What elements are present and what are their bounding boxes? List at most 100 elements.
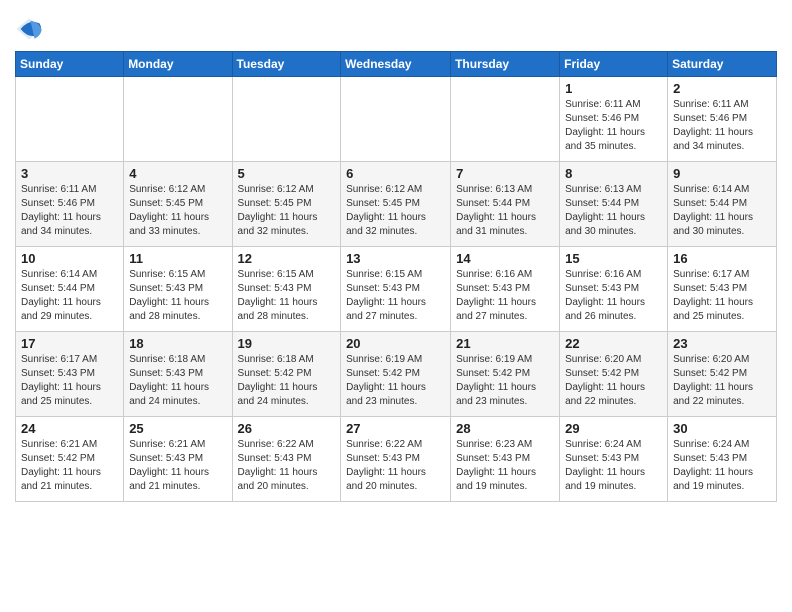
day-of-week-header: Thursday	[451, 52, 560, 77]
calendar-table: SundayMondayTuesdayWednesdayThursdayFrid…	[15, 51, 777, 502]
calendar-cell: 13 Sunrise: 6:15 AMSunset: 5:43 PMDayligh…	[341, 247, 451, 332]
day-number: 2	[673, 81, 771, 96]
day-info: Sunrise: 6:13 AMSunset: 5:44 PMDaylight:…	[565, 183, 662, 239]
day-info: Sunrise: 6:15 AMSunset: 5:43 PMDaylight:…	[346, 268, 445, 324]
calendar-cell: 21 Sunrise: 6:19 AMSunset: 5:42 PMDayligh…	[451, 332, 560, 417]
calendar-cell: 3 Sunrise: 6:11 AMSunset: 5:46 PMDaylight…	[16, 162, 124, 247]
calendar-cell	[451, 77, 560, 162]
calendar-cell: 22 Sunrise: 6:20 AMSunset: 5:42 PMDayligh…	[560, 332, 668, 417]
calendar-cell: 30Sunrise: 6:24 AMSunset: 5:43 PMDayligh…	[668, 417, 777, 502]
calendar-week-row: 10Sunrise: 6:14 AMSunset: 5:44 PMDayligh…	[16, 247, 777, 332]
day-info: Sunrise: 6:22 AMSunset: 5:43 PMDaylight:…	[238, 438, 336, 494]
calendar-cell: 5 Sunrise: 6:12 AMSunset: 5:45 PMDaylight…	[232, 162, 341, 247]
day-info: Sunrise: 6:21 AMSunset: 5:42 PMDaylight:…	[21, 438, 118, 494]
header	[15, 10, 777, 43]
day-info: Sunrise: 6:20 AMSunset: 5:42 PMDaylight:…	[565, 353, 662, 409]
day-number: 11	[129, 251, 226, 266]
day-number: 16	[673, 251, 771, 266]
day-info: Sunrise: 6:12 AMSunset: 5:45 PMDaylight:…	[238, 183, 336, 239]
day-number: 19	[238, 336, 336, 351]
day-number: 28	[456, 421, 554, 436]
calendar-cell: 10Sunrise: 6:14 AMSunset: 5:44 PMDayligh…	[16, 247, 124, 332]
calendar-cell: 1Sunrise: 6:11 AMSunset: 5:46 PMDaylight…	[560, 77, 668, 162]
calendar-cell: 16 Sunrise: 6:17 AMSunset: 5:43 PMDayligh…	[668, 247, 777, 332]
calendar-cell: 11 Sunrise: 6:15 AMSunset: 5:43 PMDayligh…	[124, 247, 232, 332]
day-number: 8	[565, 166, 662, 181]
day-info: Sunrise: 6:19 AMSunset: 5:42 PMDaylight:…	[456, 353, 554, 409]
day-info: Sunrise: 6:19 AMSunset: 5:42 PMDaylight:…	[346, 353, 445, 409]
day-info: Sunrise: 6:16 AMSunset: 5:43 PMDaylight:…	[565, 268, 662, 324]
calendar-week-row: 3 Sunrise: 6:11 AMSunset: 5:46 PMDaylight…	[16, 162, 777, 247]
calendar-cell: 19 Sunrise: 6:18 AMSunset: 5:42 PMDayligh…	[232, 332, 341, 417]
day-info: Sunrise: 6:18 AMSunset: 5:42 PMDaylight:…	[238, 353, 336, 409]
day-info: Sunrise: 6:23 AMSunset: 5:43 PMDaylight:…	[456, 438, 554, 494]
calendar-cell: 18 Sunrise: 6:18 AMSunset: 5:43 PMDayligh…	[124, 332, 232, 417]
day-number: 7	[456, 166, 554, 181]
day-info: Sunrise: 6:11 AMSunset: 5:46 PMDaylight:…	[21, 183, 118, 239]
day-of-week-header: Tuesday	[232, 52, 341, 77]
calendar-week-row: 24 Sunrise: 6:21 AMSunset: 5:42 PMDayligh…	[16, 417, 777, 502]
calendar-cell: 15 Sunrise: 6:16 AMSunset: 5:43 PMDayligh…	[560, 247, 668, 332]
page-container: SundayMondayTuesdayWednesdayThursdayFrid…	[0, 0, 792, 512]
day-info: Sunrise: 6:22 AMSunset: 5:43 PMDaylight:…	[346, 438, 445, 494]
calendar-cell	[341, 77, 451, 162]
day-number: 3	[21, 166, 118, 181]
calendar-cell: 23Sunrise: 6:20 AMSunset: 5:42 PMDayligh…	[668, 332, 777, 417]
calendar-week-row: 17Sunrise: 6:17 AMSunset: 5:43 PMDayligh…	[16, 332, 777, 417]
calendar-cell: 29 Sunrise: 6:24 AMSunset: 5:43 PMDayligh…	[560, 417, 668, 502]
calendar-cell	[16, 77, 124, 162]
day-info: Sunrise: 6:12 AMSunset: 5:45 PMDaylight:…	[346, 183, 445, 239]
day-number: 13	[346, 251, 445, 266]
calendar-body: 1 Sunrise: 6:11 AMSunset: 5:46 PMDaylight…	[16, 77, 777, 502]
day-number: 15	[565, 251, 662, 266]
calendar-cell: 14 Sunrise: 6:16 AMSunset: 5:43 PMDayligh…	[451, 247, 560, 332]
day-info: Sunrise: 6:24 AMSunset: 5:43 PMDaylight:…	[565, 438, 662, 494]
day-number: 22	[565, 336, 662, 351]
calendar-cell: 7Sunrise: 6:13 AMSunset: 5:44 PMDaylight…	[451, 162, 560, 247]
calendar-cell: 28 Sunrise: 6:23 AMSunset: 5:43 PMDayligh…	[451, 417, 560, 502]
day-info: Sunrise: 6:24 AMSunset: 5:43 PMDaylight:…	[673, 438, 771, 494]
calendar-cell: 17Sunrise: 6:17 AMSunset: 5:43 PMDayligh…	[16, 332, 124, 417]
calendar-cell: 25 Sunrise: 6:21 AMSunset: 5:43 PMDayligh…	[124, 417, 232, 502]
day-info: Sunrise: 6:15 AMSunset: 5:43 PMDaylight:…	[238, 268, 336, 324]
day-info: Sunrise: 6:14 AMSunset: 5:44 PMDaylight:…	[673, 183, 771, 239]
calendar-cell: 8 Sunrise: 6:13 AMSunset: 5:44 PMDaylight…	[560, 162, 668, 247]
day-number: 4	[129, 166, 226, 181]
day-number: 24	[21, 421, 118, 436]
day-number: 18	[129, 336, 226, 351]
day-info: Sunrise: 6:11 AMSunset: 5:46 PMDaylight:…	[673, 98, 771, 154]
day-number: 23	[673, 336, 771, 351]
day-number: 25	[129, 421, 226, 436]
calendar-cell: 2 Sunrise: 6:11 AMSunset: 5:46 PMDaylight…	[668, 77, 777, 162]
day-number: 21	[456, 336, 554, 351]
day-number: 9	[673, 166, 771, 181]
day-number: 5	[238, 166, 336, 181]
day-number: 1	[565, 81, 662, 96]
day-info: Sunrise: 6:14 AMSunset: 5:44 PMDaylight:…	[21, 268, 118, 324]
calendar-cell: 26 Sunrise: 6:22 AMSunset: 5:43 PMDayligh…	[232, 417, 341, 502]
calendar-header: SundayMondayTuesdayWednesdayThursdayFrid…	[16, 52, 777, 77]
day-info: Sunrise: 6:17 AMSunset: 5:43 PMDaylight:…	[673, 268, 771, 324]
day-of-week-header: Saturday	[668, 52, 777, 77]
day-number: 27	[346, 421, 445, 436]
logo	[15, 15, 47, 43]
day-info: Sunrise: 6:21 AMSunset: 5:43 PMDaylight:…	[129, 438, 226, 494]
day-number: 20	[346, 336, 445, 351]
day-number: 12	[238, 251, 336, 266]
day-number: 6	[346, 166, 445, 181]
day-info: Sunrise: 6:18 AMSunset: 5:43 PMDaylight:…	[129, 353, 226, 409]
calendar-cell: 4 Sunrise: 6:12 AMSunset: 5:45 PMDaylight…	[124, 162, 232, 247]
day-of-week-header: Monday	[124, 52, 232, 77]
day-info: Sunrise: 6:15 AMSunset: 5:43 PMDaylight:…	[129, 268, 226, 324]
day-number: 26	[238, 421, 336, 436]
day-info: Sunrise: 6:16 AMSunset: 5:43 PMDaylight:…	[456, 268, 554, 324]
calendar-week-row: 1 Sunrise: 6:11 AMSunset: 5:46 PMDaylight…	[16, 77, 777, 162]
calendar-cell: 9 Sunrise: 6:14 AMSunset: 5:44 PMDaylight…	[668, 162, 777, 247]
calendar-cell	[232, 77, 341, 162]
day-number: 29	[565, 421, 662, 436]
day-number: 14	[456, 251, 554, 266]
logo-icon	[15, 15, 43, 43]
day-of-week-header: Wednesday	[341, 52, 451, 77]
day-info: Sunrise: 6:12 AMSunset: 5:45 PMDaylight:…	[129, 183, 226, 239]
calendar-cell: 20 Sunrise: 6:19 AMSunset: 5:42 PMDayligh…	[341, 332, 451, 417]
